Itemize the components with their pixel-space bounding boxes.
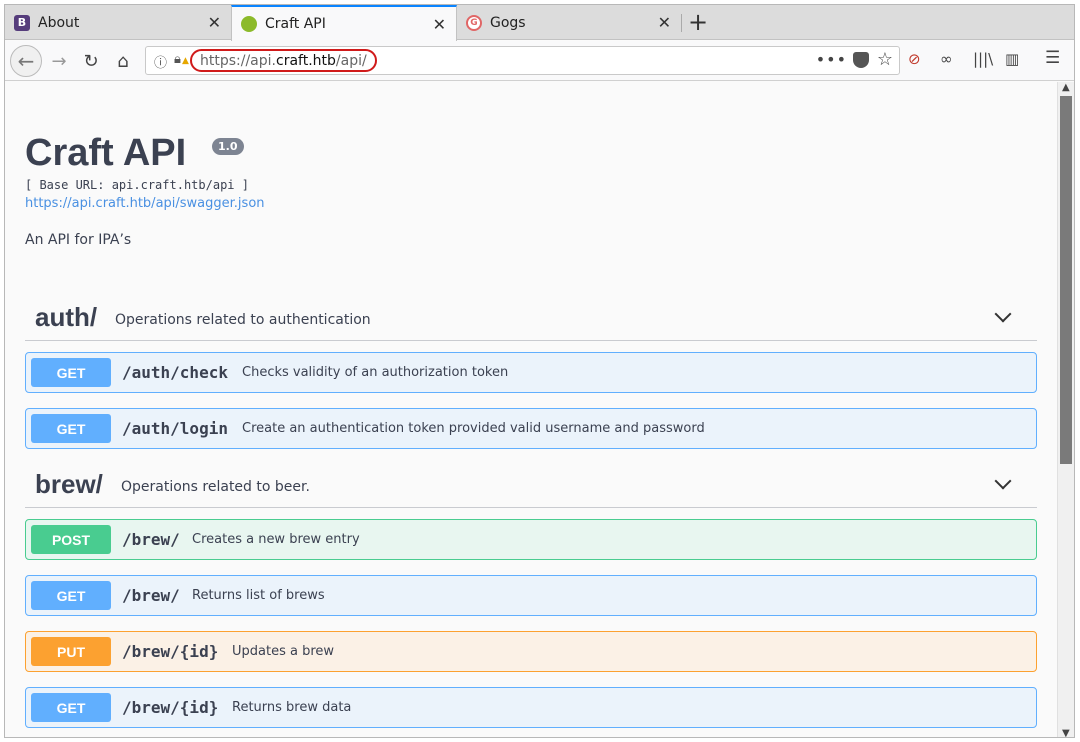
section-auth[interactable]: auth/ Operations related to authenticati…: [25, 296, 1037, 341]
section-description: Operations related to beer.: [121, 479, 310, 495]
tab-craft-api[interactable]: Craft API ✕: [231, 5, 457, 41]
close-tab-icon[interactable]: ✕: [433, 15, 446, 34]
operation-summary: Creates a new brew entry: [192, 532, 360, 547]
url-scheme: https://api.: [200, 52, 276, 69]
bookmark-star-icon[interactable]: ☆: [877, 49, 893, 70]
operation-get-brew-id[interactable]: GET /brew/{id} Returns brew data: [25, 687, 1037, 728]
operation-summary: Checks validity of an authorization toke…: [242, 365, 509, 380]
operation-path: /brew/: [122, 586, 180, 605]
operation-get-auth-login[interactable]: GET /auth/login Create an authentication…: [25, 408, 1037, 449]
operation-put-brew-id[interactable]: PUT /brew/{id} Updates a brew: [25, 631, 1037, 672]
operation-path: /brew/{id}: [122, 698, 219, 717]
forward-icon[interactable]: →: [45, 47, 73, 75]
tab-about[interactable]: B About ✕: [5, 5, 231, 40]
noscript-icon[interactable]: ⊘: [908, 50, 921, 68]
method-badge: PUT: [31, 637, 111, 666]
back-icon[interactable]: ←: [10, 45, 42, 77]
url-path: /api/: [335, 52, 367, 69]
menu-icon[interactable]: ☰: [1045, 48, 1060, 68]
operation-path: /auth/login: [122, 419, 228, 438]
scroll-down-icon[interactable]: ▼: [1062, 728, 1070, 737]
tab-gogs[interactable]: G Gogs ✕: [457, 5, 681, 40]
tab-label: Craft API: [265, 16, 326, 32]
close-tab-icon[interactable]: ✕: [208, 13, 221, 32]
lock-icon[interactable]: 🔒︎: [174, 52, 181, 67]
info-icon[interactable]: ⓘ: [154, 52, 167, 71]
scrollbar-thumb[interactable]: [1060, 96, 1072, 464]
section-brew[interactable]: brew/ Operations related to beer.: [25, 463, 1037, 508]
base-url: [ Base URL: api.craft.htb/api ]: [25, 178, 249, 192]
tab-strip: B About ✕ Craft API ✕ G Gogs ✕ +: [5, 5, 1074, 41]
wappalyzer-icon[interactable]: ∞: [940, 50, 953, 68]
operation-path: /brew/: [122, 530, 180, 549]
api-title: Craft API: [25, 132, 187, 174]
operation-summary: Returns list of brews: [192, 588, 325, 603]
url-bar[interactable]: ⓘ 🔒︎ ▲ https://api. craft.htb/api/ ••• ☆: [145, 46, 900, 75]
url-text[interactable]: https://api. craft.htb/api/: [190, 49, 377, 72]
browser-window: B About ✕ Craft API ✕ G Gogs ✕ + ← → ↻ ⌂…: [4, 4, 1075, 738]
version-badge: 1.0: [212, 138, 244, 155]
library-icon[interactable]: |||\: [973, 50, 993, 68]
operation-summary: Updates a brew: [232, 644, 335, 659]
tab-label: About: [38, 14, 80, 31]
new-tab-icon[interactable]: +: [688, 8, 708, 36]
operation-summary: Create an authentication token provided …: [242, 421, 705, 436]
section-name: auth/: [35, 302, 98, 332]
url-host: craft.htb: [276, 52, 336, 69]
method-badge: POST: [31, 525, 111, 554]
globe-favicon-icon: [241, 16, 257, 32]
gogs-favicon-icon: G: [466, 14, 482, 31]
scroll-up-icon[interactable]: ▲: [1062, 82, 1070, 93]
tab-separator: [681, 14, 682, 32]
api-description: An API for IPA’s: [25, 232, 132, 248]
chevron-down-icon[interactable]: [994, 472, 1012, 490]
method-badge: GET: [31, 693, 111, 722]
tab-label: Gogs: [490, 14, 526, 31]
operation-get-auth-check[interactable]: GET /auth/check Checks validity of an au…: [25, 352, 1037, 393]
operation-path: /brew/{id}: [122, 642, 219, 661]
warning-icon: ▲: [182, 56, 189, 66]
chevron-down-icon[interactable]: [994, 305, 1012, 323]
operation-path: /auth/check: [122, 363, 228, 382]
page-content: Craft API 1.0 [ Base URL: api.craft.htb/…: [5, 82, 1057, 737]
operation-get-brew[interactable]: GET /brew/ Returns list of brews: [25, 575, 1037, 616]
section-description: Operations related to authentication: [115, 312, 371, 328]
sidebar-icon[interactable]: ▥: [1005, 50, 1019, 68]
page-actions-icon[interactable]: •••: [816, 50, 847, 69]
section-name: brew/: [35, 469, 103, 499]
close-tab-icon[interactable]: ✕: [658, 13, 671, 32]
swagger-json-link[interactable]: https://api.craft.htb/api/swagger.json: [25, 196, 265, 211]
operation-summary: Returns brew data: [232, 700, 352, 715]
nav-bar: ← → ↻ ⌂ ⓘ 🔒︎ ▲ https://api. craft.htb/api…: [5, 41, 1074, 81]
reload-icon[interactable]: ↻: [77, 47, 105, 75]
operation-post-brew[interactable]: POST /brew/ Creates a new brew entry: [25, 519, 1037, 560]
method-badge: GET: [31, 358, 111, 387]
method-badge: GET: [31, 414, 111, 443]
home-icon[interactable]: ⌂: [109, 47, 137, 75]
method-badge: GET: [31, 581, 111, 610]
bootstrap-favicon-icon: B: [14, 14, 30, 31]
pocket-icon[interactable]: [853, 52, 869, 68]
vertical-scrollbar[interactable]: ▲ ▼: [1057, 82, 1074, 737]
